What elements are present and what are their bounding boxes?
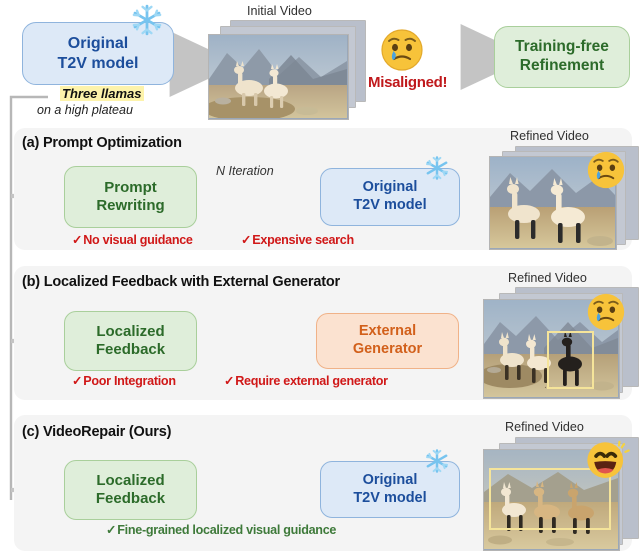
t2v-c-line2: T2V model [353, 489, 427, 506]
panel-b-title: (b) Localized Feedback with External Gen… [22, 274, 340, 290]
external-generator-box[interactable]: External Generator [316, 313, 459, 369]
refinement-line1: Training-free [515, 38, 609, 56]
video-frame-front [208, 34, 349, 120]
snowflake-icon-a [424, 155, 450, 186]
prompt-rewriting-line1: Prompt [104, 178, 157, 196]
panel-a-check-1: ✓No visual guidance [72, 232, 193, 247]
snowflake-icon [130, 3, 164, 42]
t2v-c-line1: Original [362, 471, 418, 488]
model-box-line1: Original [67, 34, 129, 52]
external-generator-line1: External [358, 323, 417, 340]
panel-a-video-label: Refined Video [510, 129, 589, 143]
panel-c-title: (c) VideoRepair (Ours) [22, 424, 172, 440]
refinement-line2: Refinement [519, 57, 605, 74]
panel-b-check-2: ✓Require external generator [224, 373, 388, 388]
panel-a-title: (a) Prompt Optimization [22, 135, 182, 151]
panel-b-video-label: Refined Video [508, 271, 587, 285]
misaligned-label: Misaligned! [368, 74, 448, 91]
panel-c-grinning-face-emoji [586, 440, 630, 489]
panel-c-check-1-text: Fine-grained localized visual guidance [117, 523, 337, 537]
external-generator-line2: Generator [352, 341, 423, 357]
prompt-rewriting-line2: Rewriting [96, 197, 165, 214]
panel-b-crying-face-emoji [586, 292, 626, 337]
panel-a-check-2: ✓Expensive search [241, 232, 354, 247]
model-box-line2: T2V model [57, 54, 139, 72]
crying-face-emoji-top [380, 28, 424, 77]
bounding-box-highlight [547, 331, 594, 389]
panel-a-crying-face-emoji [586, 150, 626, 195]
prompt-highlight-text: Three llamas [60, 86, 144, 101]
localized-feedback-b-line1: Localized [96, 322, 165, 340]
check-icon: ✓ [72, 233, 83, 247]
n-iteration-label: N Iteration [216, 164, 274, 178]
localized-feedback-c-line2: Feedback [95, 490, 166, 507]
panel-b-check-1: ✓Poor Integration [72, 373, 176, 388]
panel-c-check-1: ✓Fine-grained localized visual guidance [106, 522, 336, 537]
localized-feedback-box-b[interactable]: Localized Feedback [64, 311, 197, 371]
panel-b-check-1-text: Poor Integration [83, 374, 176, 388]
localized-feedback-b-line2: Feedback [95, 341, 166, 358]
check-icon: ✓ [106, 523, 117, 537]
prompt-rewriting-box[interactable]: Prompt Rewriting [64, 166, 197, 228]
panel-a-check-1-text: No visual guidance [83, 233, 193, 247]
snowflake-icon-c [424, 448, 450, 479]
panel-a-check-2-text: Expensive search [252, 233, 354, 247]
panel-b-check-2-text: Require external generator [235, 374, 388, 388]
check-icon: ✓ [241, 233, 252, 247]
initial-video-stack[interactable] [208, 20, 368, 120]
t2v-a-line1: Original [362, 179, 418, 196]
training-free-refinement-box[interactable]: Training-free Refinement [494, 26, 630, 88]
initial-video-label: Initial Video [247, 4, 312, 18]
check-icon: ✓ [72, 374, 83, 388]
localized-feedback-c-line1: Localized [96, 471, 165, 489]
figure-canvas: Original T2V model Three llamas on a hig… [0, 0, 640, 554]
panel-c-video-label: Refined Video [505, 420, 584, 434]
localized-feedback-box-c[interactable]: Localized Feedback [64, 460, 197, 520]
prompt-rest-text: on a high plateau [37, 103, 133, 117]
check-icon: ✓ [224, 374, 235, 388]
t2v-a-line2: T2V model [353, 197, 427, 213]
